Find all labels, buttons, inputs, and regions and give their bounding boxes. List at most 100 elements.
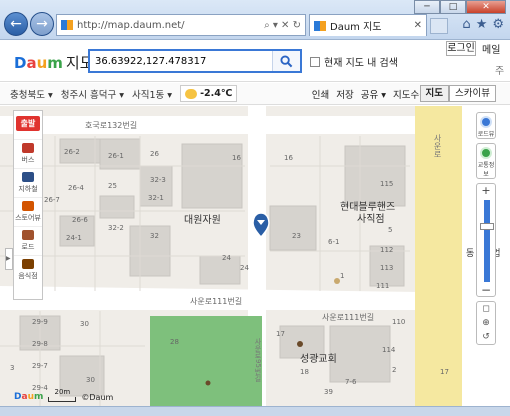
parcel: 17 [276,330,285,338]
parcel: 32-3 [150,176,166,184]
parcel: 2 [392,366,397,374]
search-icon [280,54,293,67]
sidebar-collapse-handle[interactable]: ▶ [5,248,13,270]
roadview-icon [480,116,492,128]
sidebar-item-start[interactable]: 출발 [14,111,42,140]
checkbox-square[interactable] [310,56,320,67]
road-icon [22,230,34,240]
tab-daum-map[interactable]: Daum 지도 ✕ [309,14,427,36]
zoom-out-button[interactable]: − [477,284,495,296]
crumb-district[interactable]: 청주시 흥덕구 ▾ [61,87,124,101]
maximize-button[interactable]: □ [440,0,466,14]
reset-tool-icon[interactable]: ↺ [477,330,495,344]
url-text[interactable]: http://map.daum.net/ [77,20,264,31]
sidebar-item-road[interactable]: 로드 [14,227,42,256]
map-footer: Daum 20m ©Daum [14,389,114,402]
traffic-icon [480,147,492,159]
address-bar[interactable]: http://map.daum.net/ ⌕ ▾ ✕ ↻ [56,14,306,36]
settings-gear-icon[interactable]: ⚙ [492,17,504,32]
map-view-button[interactable]: 지도 [419,85,450,102]
share-link[interactable]: 공유 ▾ [361,87,386,101]
favorites-star-icon[interactable]: ★ [476,17,488,32]
traffic-button[interactable]: 교통정보 [476,143,496,179]
crumb-province[interactable]: 충청북도 ▾ [10,87,53,101]
parcel: 111 [376,282,390,290]
zoom-track[interactable] [484,200,490,282]
logo-letter-a: a [26,54,37,72]
parcel: 30 [86,376,95,384]
locate-tool-icon[interactable]: ⊕ [477,316,495,330]
parcel: 24-1 [66,234,82,242]
browser-tools: ⌂ ★ ⚙ [462,17,504,32]
zoom-handle[interactable] [480,222,494,230]
area-tool-icon[interactable]: ◻ [477,302,495,316]
sidebar-label: 지하철 [18,185,38,193]
weather-badge[interactable]: -2.4℃ [180,85,238,102]
tab-close-icon[interactable]: ✕ [414,20,426,31]
sidebar-label: 버스 [21,156,35,164]
map-toolbar: 충청북도 ▾ 청주시 흥덕구 ▾ 사직1동 ▾ -2.4℃ 인쇄 저장 공유 ▾… [0,83,510,105]
parcel: 26-2 [64,148,80,156]
parcel: 32 [150,232,159,240]
minimize-button[interactable]: ─ [414,0,440,14]
roadview-label: 로드뷰 [477,131,495,138]
start-badge: 출발 [16,116,40,131]
zoom-in-button[interactable]: + [477,184,495,198]
road-label-mid2: 사운로111번길 [322,313,375,322]
browser-statusbar [0,406,510,416]
address-tools[interactable]: ⌕ ▾ ✕ ↻ [264,20,305,31]
place-label-hyundai-branch[interactable]: 사직점 [357,210,385,225]
roadview-button[interactable]: 로드뷰 [476,112,496,139]
parcel: 29-4 [32,384,48,392]
parcel: 24 [240,264,249,272]
place-label-church[interactable]: 성광교회 [300,350,337,365]
scale-bar: 20m [48,389,77,402]
search-box [88,49,302,73]
parcel: 1 [340,272,345,280]
parcel: 24 [222,254,231,262]
sidebar-item-subway[interactable]: 지하철 [14,169,42,198]
forward-button[interactable]: → [30,12,54,36]
back-button[interactable]: ← [4,12,28,36]
parcel: 25 [108,182,117,190]
skyview-button[interactable]: 스카이뷰 [449,85,496,102]
tab-title: Daum 지도 [330,22,382,33]
road-label-right: 사운로 [433,134,442,158]
print-link[interactable]: 인쇄 [312,87,329,101]
weather-icon [185,88,198,99]
copyright: ©Daum [81,393,114,402]
new-tab-button[interactable] [430,18,448,34]
parcel: 115 [380,180,394,188]
map-controls: 로드뷰 교통정보 + − ◻ ⊕ ↺ [476,112,496,345]
sidebar-item-storeview[interactable]: 스토어뷰 [14,198,42,227]
place-label-daewon[interactable]: 대원자원 [184,211,221,226]
parcel: 6-1 [328,238,340,246]
daum-logo[interactable]: Daum 지도 [14,52,94,73]
browser-chrome: ─ □ ✕ ← → http://map.daum.net/ ⌕ ▾ ✕ ↻ D… [0,0,510,40]
search-input[interactable] [90,51,272,71]
sidebar-label: 스토어뷰 [15,214,41,222]
parcel: 16 [232,154,241,162]
sidebar-item-restaurant[interactable]: 음식점 [14,256,42,285]
sidebar-label: 음식점 [18,272,38,280]
parcel: 3 [10,364,15,372]
zoom-slider[interactable]: + − [476,183,496,297]
parcel: 112 [380,246,394,254]
scale-label: 20m [54,388,71,396]
map-canvas[interactable]: 호국로132번길 사운로111번길 사운로111번길 사운로 사운로95번길 대… [0,106,510,406]
logo-letter-d: D [14,54,27,72]
mail-link[interactable]: 메일 [482,41,500,56]
logo-letter-u: u [36,54,48,72]
save-link[interactable]: 저장 [336,87,353,101]
search-in-map-checkbox[interactable]: 현재 지도 내 검색 [310,54,398,69]
home-icon[interactable]: ⌂ [462,17,470,32]
storeview-icon [22,201,34,211]
close-window-button[interactable]: ✕ [466,0,506,14]
parcel: 30 [80,320,89,328]
parcel: 32-2 [108,224,124,232]
search-button[interactable] [272,51,300,71]
parcel: 110 [392,318,406,326]
crumb-dong[interactable]: 사직1동 ▾ [132,87,172,101]
sidebar-item-bus[interactable]: 버스 [14,140,42,169]
login-button[interactable]: 로그인 [446,41,476,56]
